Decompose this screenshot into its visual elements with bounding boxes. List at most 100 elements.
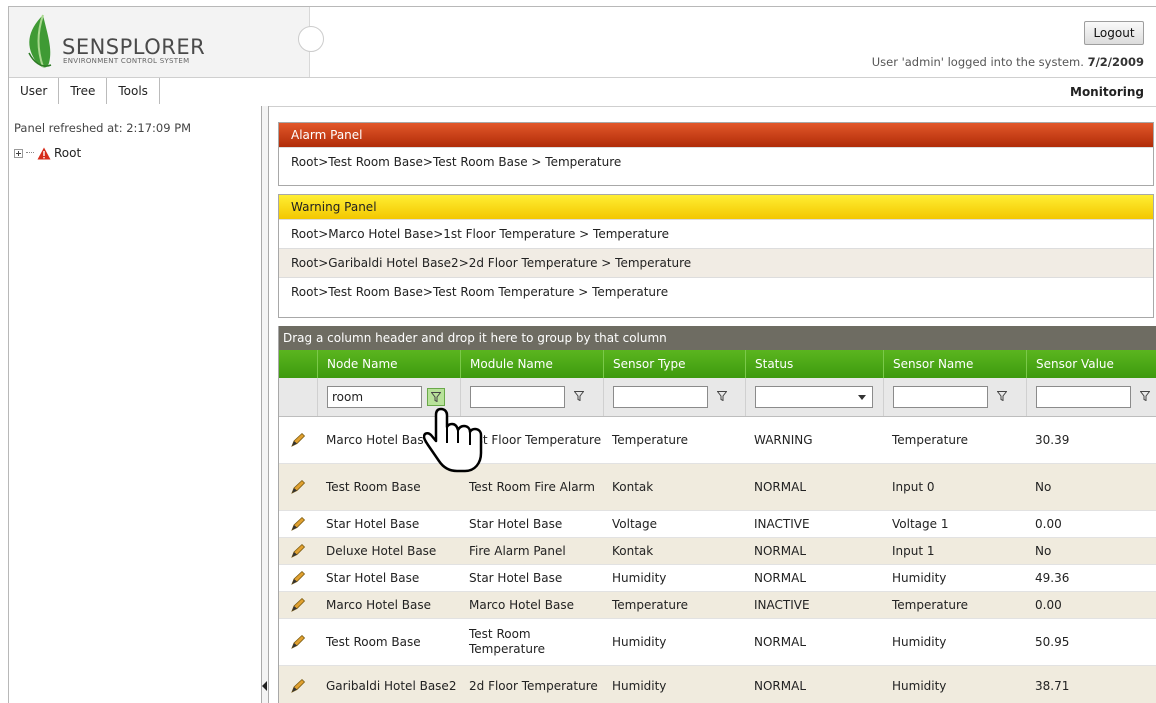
status-circle-icon bbox=[298, 26, 324, 52]
tree-connector bbox=[26, 152, 34, 154]
monitoring-area: Alarm Panel Root>Test Room Base>Test Roo… bbox=[271, 106, 1156, 703]
table-row[interactable]: Star Hotel Base Star Hotel Base Humidity NO… bbox=[279, 565, 1156, 592]
warning-row[interactable]: Root>Test Room Base>Test Room Temperatur… bbox=[279, 277, 1153, 306]
leaf-logo-icon bbox=[28, 14, 52, 68]
cell-status: INACTIVE bbox=[754, 597, 810, 612]
table-row[interactable]: Garibaldi Hotel Base2 2d Floor Temperatur… bbox=[279, 666, 1156, 703]
edit-cell bbox=[279, 417, 317, 463]
column-header-sensor-type[interactable]: Sensor Type bbox=[603, 350, 745, 378]
alarm-panel-title: Alarm Panel bbox=[279, 123, 1153, 147]
menu-item-user[interactable]: User bbox=[9, 78, 60, 104]
menu-item-tools[interactable]: Tools bbox=[107, 78, 159, 104]
warning-row[interactable]: Root>Marco Hotel Base>1st Floor Temperat… bbox=[279, 219, 1153, 248]
table-row[interactable]: Deluxe Hotel Base Fire Alarm Panel Kontak N… bbox=[279, 538, 1156, 565]
table-row[interactable]: Marco Hotel Base Marco Hotel Base Temperat… bbox=[279, 592, 1156, 619]
tree-panel: Panel refreshed at: 2:17:09 PM Root bbox=[9, 106, 261, 703]
cell-sensor-value: 49.36 bbox=[1035, 570, 1070, 585]
filter-icon[interactable] bbox=[427, 388, 445, 406]
cell-sensor-type: Humidity bbox=[612, 634, 667, 649]
pencil-edit-icon[interactable] bbox=[290, 479, 306, 495]
mode-label: Monitoring bbox=[1070, 85, 1144, 99]
sensor-grid: Drag a column header and drop it here to… bbox=[278, 326, 1156, 703]
pencil-edit-icon[interactable] bbox=[290, 597, 306, 613]
cell-module-name: Fire Alarm Panel bbox=[469, 543, 566, 558]
table-row[interactable]: Star Hotel Base Star Hotel Base Voltage INA… bbox=[279, 511, 1156, 538]
cell-sensor-type: Humidity bbox=[612, 570, 667, 585]
column-header-sensor-name[interactable]: Sensor Name bbox=[883, 350, 1026, 378]
cell-sensor-type: Temperature bbox=[612, 597, 689, 612]
cell-sensor-name: Humidity bbox=[892, 678, 947, 693]
filter-input-sensor-name[interactable] bbox=[893, 386, 988, 408]
filter-icon[interactable] bbox=[713, 388, 731, 406]
tree-node-root[interactable]: Root bbox=[14, 146, 81, 160]
filter-input-sensor-value[interactable] bbox=[1036, 386, 1131, 408]
tree-node-label: Root bbox=[54, 146, 82, 160]
edit-cell bbox=[279, 592, 317, 618]
menu-item-tree[interactable]: Tree bbox=[59, 78, 108, 104]
table-row[interactable]: Test Room Base Test Room Fire Alarm Kontak… bbox=[279, 464, 1156, 511]
alarm-row[interactable]: Root>Test Room Base>Test Room Base > Tem… bbox=[279, 147, 1153, 176]
cell-sensor-value: 0.00 bbox=[1035, 597, 1062, 612]
cell-sensor-value: 30.39 bbox=[1035, 432, 1070, 447]
menu-toolbar: User Tree Tools Monitoring bbox=[9, 77, 1156, 107]
cell-sensor-name: Humidity bbox=[892, 634, 947, 649]
current-date: 7/2/2009 bbox=[1087, 55, 1144, 69]
edit-cell bbox=[279, 666, 317, 703]
cell-sensor-name: Input 1 bbox=[892, 543, 935, 558]
cell-sensor-value: 50.95 bbox=[1035, 634, 1070, 649]
pencil-edit-icon[interactable] bbox=[290, 543, 306, 559]
column-header-module-name[interactable]: Module Name bbox=[460, 350, 603, 378]
column-header-status[interactable]: Status bbox=[745, 350, 883, 378]
cell-sensor-name: Input 0 bbox=[892, 479, 935, 494]
warning-row[interactable]: Root>Garibaldi Hotel Base2>2d Floor Temp… bbox=[279, 248, 1153, 277]
pencil-edit-icon[interactable] bbox=[290, 516, 306, 532]
cell-status: NORMAL bbox=[754, 543, 807, 558]
column-headers: Node Name Module Name Sensor Type Status… bbox=[279, 350, 1156, 378]
tree-expand-icon[interactable] bbox=[14, 148, 23, 158]
cell-sensor-name: Temperature bbox=[892, 432, 969, 447]
cell-module-name: Star Hotel Base bbox=[469, 570, 563, 585]
cell-status: NORMAL bbox=[754, 479, 807, 494]
table-row[interactable]: Marco Hotel Base 1st Floor Temperature Tem… bbox=[279, 417, 1156, 464]
column-header-node-name[interactable]: Node Name bbox=[317, 350, 460, 378]
cell-sensor-type: Voltage bbox=[612, 516, 658, 531]
cell-status: NORMAL bbox=[754, 634, 807, 649]
filter-icon[interactable] bbox=[1136, 388, 1154, 406]
cell-node-name: Deluxe Hotel Base bbox=[326, 543, 437, 558]
filter-icon[interactable] bbox=[993, 388, 1011, 406]
group-by-area[interactable]: Drag a column header and drop it here to… bbox=[279, 326, 1156, 350]
cell-node-name: Garibaldi Hotel Base2 bbox=[326, 678, 457, 693]
cell-module-name: 2d Floor Temperature bbox=[469, 678, 598, 693]
filter-icon[interactable] bbox=[570, 388, 588, 406]
pencil-edit-icon[interactable] bbox=[290, 432, 306, 448]
status-filter-dropdown[interactable] bbox=[755, 386, 873, 408]
collapse-arrow-icon[interactable] bbox=[262, 681, 267, 691]
column-header-sensor-value[interactable]: Sensor Value bbox=[1026, 350, 1156, 378]
pencil-edit-icon[interactable] bbox=[290, 678, 306, 694]
cell-sensor-name: Humidity bbox=[892, 570, 947, 585]
table-row[interactable]: Test Room Base Test Room Temperature Humid… bbox=[279, 619, 1156, 666]
cell-sensor-type: Kontak bbox=[612, 479, 654, 494]
hand-cursor-icon bbox=[423, 407, 483, 473]
logo-subtitle: ENVIRONMENT CONTROL SYSTEM bbox=[63, 57, 190, 65]
logo: SENSPLORER ENVIRONMENT CONTROL SYSTEM bbox=[9, 7, 310, 77]
cell-module-name: Marco Hotel Base bbox=[469, 597, 574, 612]
cell-module-name: Star Hotel Base bbox=[469, 516, 563, 531]
app-window: SENSPLORER ENVIRONMENT CONTROL SYSTEM Lo… bbox=[8, 6, 1156, 703]
edit-cell bbox=[279, 538, 317, 564]
panel-splitter[interactable] bbox=[261, 106, 269, 703]
pencil-edit-icon[interactable] bbox=[290, 634, 306, 650]
pencil-edit-icon[interactable] bbox=[290, 570, 306, 586]
alarm-panel: Alarm Panel Root>Test Room Base>Test Roo… bbox=[278, 122, 1154, 186]
cell-status: INACTIVE bbox=[754, 516, 810, 531]
cell-sensor-name: Temperature bbox=[892, 597, 969, 612]
cell-sensor-type: Temperature bbox=[612, 432, 689, 447]
logout-button[interactable]: Logout bbox=[1084, 21, 1144, 45]
filter-input-sensor-type[interactable] bbox=[613, 386, 708, 408]
filter-cell-edit bbox=[279, 378, 317, 416]
filter-input-node-name[interactable] bbox=[327, 386, 422, 408]
user-status: User 'admin' logged into the system. 7/2… bbox=[872, 55, 1144, 69]
cell-sensor-type: Humidity bbox=[612, 678, 667, 693]
logo-name: SENSPLORER bbox=[62, 35, 206, 59]
cell-sensor-type: Kontak bbox=[612, 543, 654, 558]
